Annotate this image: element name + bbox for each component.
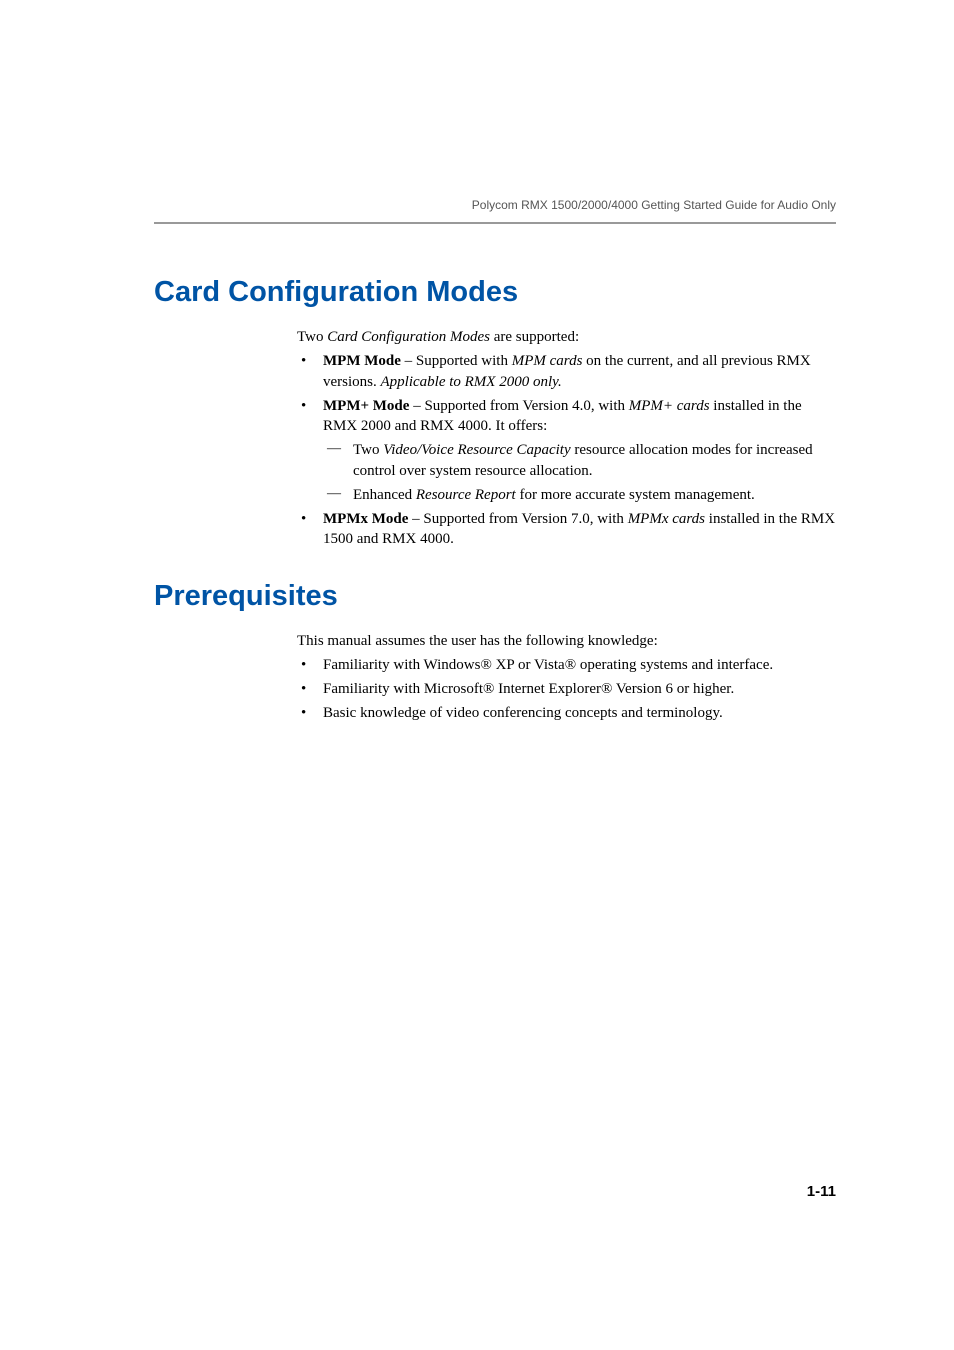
text-bold: MPM Mode (323, 353, 401, 369)
list-item: Familiarity with Microsoft® Internet Exp… (297, 679, 836, 699)
list-item: MPMx Mode – Supported from Version 7.0, … (297, 509, 836, 550)
list-item: Enhanced Resource Report for more accura… (323, 485, 836, 505)
header-divider (154, 222, 836, 224)
text: – Supported with (401, 353, 512, 369)
text-bold: MPM+ Mode (323, 398, 409, 414)
list-item: Familiarity with Windows® XP or Vista® o… (297, 655, 836, 675)
text: for more accurate system management. (516, 487, 755, 503)
section-heading-card-configuration-modes: Card Configuration Modes (154, 276, 836, 309)
text-italic: Card Configuration Modes (327, 329, 490, 345)
list-item: MPM Mode – Supported with MPM cards on t… (297, 351, 836, 392)
text-italic: Video/Voice Resource Capacity (383, 442, 570, 458)
running-header: Polycom RMX 1500/2000/4000 Getting Start… (154, 198, 836, 212)
section1-list: MPM Mode – Supported with MPM cards on t… (297, 351, 836, 549)
list-item: Basic knowledge of video conferencing co… (297, 703, 836, 723)
text-italic: MPM cards (512, 353, 583, 369)
text-italic: MPM+ cards (629, 398, 710, 414)
page-number: 1-11 (807, 1183, 836, 1200)
text-italic: MPMx cards (628, 511, 705, 527)
section2-list: Familiarity with Windows® XP or Vista® o… (297, 655, 836, 724)
text: – Supported from Version 4.0, with (409, 398, 628, 414)
text-bold: MPMx Mode (323, 511, 408, 527)
section-heading-prerequisites: Prerequisites (154, 580, 836, 613)
section1-sublist: Two Video/Voice Resource Capacity resour… (323, 440, 836, 505)
text: Two (353, 442, 383, 458)
text-italic: Resource Report (416, 487, 516, 503)
list-item: Two Video/Voice Resource Capacity resour… (323, 440, 836, 481)
text: Enhanced (353, 487, 416, 503)
text-italic: Applicable to RMX 2000 only. (381, 374, 562, 390)
text: – Supported from Version 7.0, with (408, 511, 627, 527)
text: Two (297, 329, 327, 345)
text: are supported: (490, 329, 579, 345)
section2-intro: This manual assumes the user has the fol… (297, 631, 836, 651)
list-item: MPM+ Mode – Supported from Version 4.0, … (297, 396, 836, 505)
section1-intro: Two Card Configuration Modes are support… (297, 327, 836, 347)
